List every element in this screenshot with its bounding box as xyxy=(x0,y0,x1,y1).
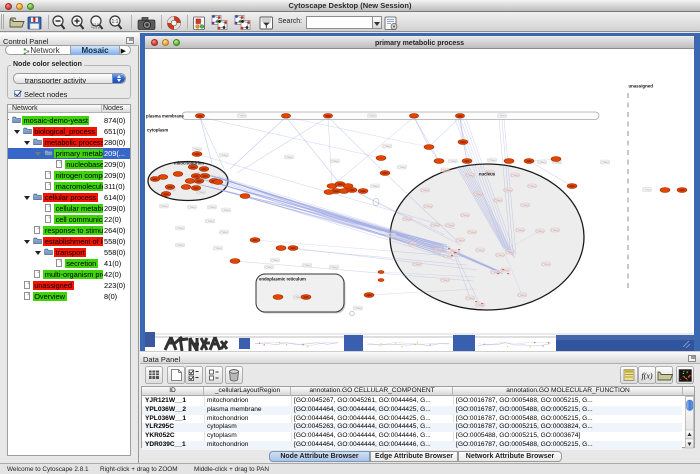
svg-text:(Yd-e): (Yd-e) xyxy=(505,189,512,192)
svg-text:(Yd-e): (Yd-e) xyxy=(539,161,546,164)
svg-text:(Yd-e): (Yd-e) xyxy=(529,185,536,188)
svg-text:(Yd-e): (Yd-e) xyxy=(522,204,529,207)
svg-text:(Yd-e): (Yd-e) xyxy=(295,296,302,299)
svg-text:(Yd-e): (Yd-e) xyxy=(404,218,411,221)
svg-text:(Yd-e): (Yd-e) xyxy=(355,307,362,310)
svg-text:(Yd-e): (Yd-e) xyxy=(422,189,429,192)
svg-text:(Yd-e): (Yd-e) xyxy=(286,156,293,159)
svg-text:f(x): f(x) xyxy=(641,372,652,381)
svg-text:(Yd-e): (Yd-e) xyxy=(198,191,205,194)
svg-text:(Yd-e): (Yd-e) xyxy=(425,205,432,208)
svg-text:(Yd-e): (Yd-e) xyxy=(177,244,184,247)
svg-text:(Yd-e): (Yd-e) xyxy=(304,264,311,267)
svg-text:(Yd-e): (Yd-e) xyxy=(372,185,379,188)
svg-text:(Yd-e): (Yd-e) xyxy=(475,193,482,196)
svg-text:(Yd-e): (Yd-e) xyxy=(497,254,504,257)
svg-text:(Yd-e): (Yd-e) xyxy=(399,166,406,169)
svg-text:(Yd-e): (Yd-e) xyxy=(469,231,476,234)
svg-text:(Yd-e): (Yd-e) xyxy=(207,220,214,223)
svg-text:(Yd-e): (Yd-e) xyxy=(331,266,338,269)
svg-text:(Yd-e): (Yd-e) xyxy=(445,255,452,258)
svg-text:(Yd-e): (Yd-e) xyxy=(239,115,246,118)
svg-text:(Yd-e): (Yd-e) xyxy=(272,259,279,262)
svg-text:(Yd-e): (Yd-e) xyxy=(442,169,449,172)
svg-text:mitochondrion: mitochondrion xyxy=(174,161,204,166)
svg-text:(Yd-e): (Yd-e) xyxy=(512,174,519,177)
svg-text:(Yd-e): (Yd-e) xyxy=(507,251,514,254)
svg-text:(Yd-e): (Yd-e) xyxy=(602,161,609,164)
svg-text:(Yd-e): (Yd-e) xyxy=(495,199,502,202)
svg-text:(Yd-e): (Yd-e) xyxy=(644,188,651,191)
svg-text:unassigned: unassigned xyxy=(629,84,654,89)
svg-text:(Yd-e): (Yd-e) xyxy=(161,205,168,208)
svg-text:(Yd-e): (Yd-e) xyxy=(450,160,457,163)
svg-text:(Yd-e): (Yd-e) xyxy=(457,239,464,242)
svg-text:cytoplasm: cytoplasm xyxy=(147,128,168,133)
svg-text:(Yd-e): (Yd-e) xyxy=(519,294,526,297)
svg-text:nucleus: nucleus xyxy=(479,172,496,177)
svg-text:(Yd-e): (Yd-e) xyxy=(467,297,474,300)
svg-text:(Yd-e): (Yd-e) xyxy=(215,247,222,250)
svg-text:(Yd-e): (Yd-e) xyxy=(177,227,184,230)
svg-text:(Yd-e): (Yd-e) xyxy=(332,160,339,163)
svg-text:(Yd-e): (Yd-e) xyxy=(442,279,449,282)
svg-text:(Yd-e): (Yd-e) xyxy=(432,224,439,227)
svg-text:(Yd-e): (Yd-e) xyxy=(369,115,376,118)
svg-text:(Yd-e): (Yd-e) xyxy=(477,249,484,252)
svg-text:(Yd-e): (Yd-e) xyxy=(223,209,230,212)
svg-text:(Yd-e): (Yd-e) xyxy=(552,229,559,232)
svg-text:(Yd-e): (Yd-e) xyxy=(462,214,469,217)
svg-text:(Yd-e): (Yd-e) xyxy=(388,234,395,237)
svg-text:(Yd-e): (Yd-e) xyxy=(543,263,550,266)
svg-text:1:1: 1:1 xyxy=(112,19,119,25)
svg-text:endoplasmic reticulum: endoplasmic reticulum xyxy=(259,277,306,282)
svg-text:(Yd-e): (Yd-e) xyxy=(414,263,421,266)
svg-text:(Yd-e): (Yd-e) xyxy=(266,266,273,269)
svg-text:(Yd-e): (Yd-e) xyxy=(221,231,228,234)
svg-text:(Yd-e): (Yd-e) xyxy=(410,243,417,246)
svg-text:(Yd-e): (Yd-e) xyxy=(189,206,196,209)
svg-text:(Yd-e): (Yd-e) xyxy=(499,115,506,118)
svg-text:(Yd-e): (Yd-e) xyxy=(537,230,544,233)
svg-text:(Yd-e): (Yd-e) xyxy=(221,154,228,157)
svg-text:(Yd-e): (Yd-e) xyxy=(467,174,474,177)
svg-text:(Yd-e): (Yd-e) xyxy=(384,145,391,148)
svg-text:(Yd-e): (Yd-e) xyxy=(194,148,201,151)
svg-text:(Yd-e): (Yd-e) xyxy=(435,249,442,252)
svg-text:(Yd-e): (Yd-e) xyxy=(477,304,484,307)
svg-text:(Yd-e): (Yd-e) xyxy=(517,229,524,232)
svg-text:(Yd-e): (Yd-e) xyxy=(447,224,454,227)
svg-text:(Yd-e): (Yd-e) xyxy=(209,206,216,209)
svg-text:plasma membrane: plasma membrane xyxy=(146,114,184,119)
svg-text:(Yd-e): (Yd-e) xyxy=(489,159,496,162)
